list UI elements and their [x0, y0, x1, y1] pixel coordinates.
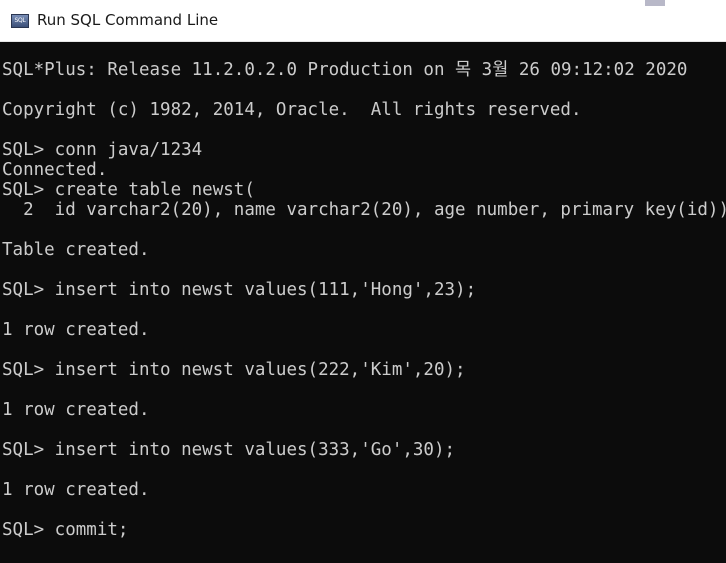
window-title: Run SQL Command Line: [37, 11, 219, 29]
console-line-continuation: 2 id varchar2(20), name varchar2(20), ag…: [2, 200, 726, 220]
console-line-prompt[interactable]: SQL> commit;: [2, 520, 726, 540]
sql-plus-app-icon[interactable]: SQL: [11, 14, 29, 28]
sql-command-line-window: SQL Run SQL Command Line SQL*Plus: Relea…: [0, 0, 726, 563]
title-bar[interactable]: SQL Run SQL Command Line: [0, 0, 726, 42]
console-line-output: 1 row created.: [2, 320, 150, 340]
console-output-area[interactable]: SQL*Plus: Release 11.2.0.2.0 Production …: [0, 42, 726, 563]
console-line-output: Table created.: [2, 240, 150, 260]
console-line-command: SQL> create table newst(: [2, 180, 255, 200]
console-line-command: SQL> conn java/1234: [2, 140, 203, 160]
console-line-output: 1 row created.: [2, 400, 150, 420]
console-line-copyright: Copyright (c) 1982, 2014, Oracle. All ri…: [2, 100, 582, 120]
console-line-command: SQL> insert into newst values(333,'Go',3…: [2, 440, 456, 460]
console-line-command: SQL> insert into newst values(222,'Kim',…: [2, 360, 466, 380]
console-line-command: SQL> insert into newst values(111,'Hong'…: [2, 280, 477, 300]
console-line-output: Connected.: [2, 160, 108, 180]
console-line-banner: SQL*Plus: Release 11.2.0.2.0 Production …: [2, 60, 688, 80]
console-line-output: 1 row created.: [2, 480, 150, 500]
background-window-edge: [645, 0, 665, 6]
console-lines: SQL*Plus: Release 11.2.0.2.0 Production …: [2, 60, 726, 540]
